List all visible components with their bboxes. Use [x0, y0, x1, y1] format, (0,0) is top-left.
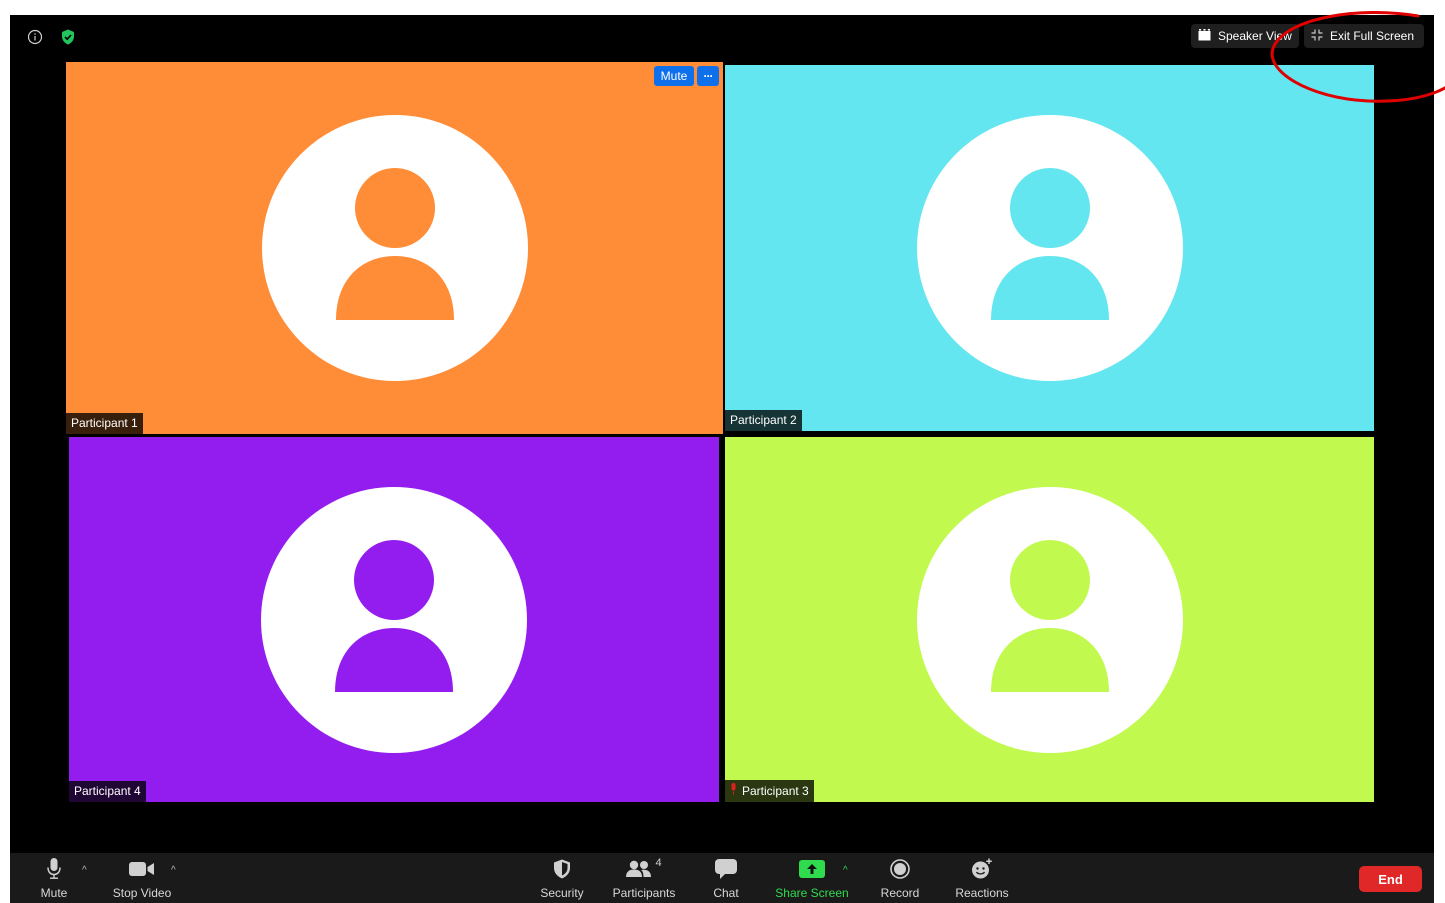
share-screen-label: Share Screen [775, 886, 849, 900]
participants-count: 4 [655, 857, 662, 869]
end-meeting-button[interactable]: End [1359, 866, 1422, 892]
encryption-shield-icon[interactable] [58, 27, 78, 47]
participant-name-tag: Participant 3 [725, 780, 814, 802]
share-screen-icon [799, 856, 825, 882]
audio-options-caret-icon[interactable]: ^ [82, 865, 87, 876]
record-label: Record [880, 886, 920, 900]
default-avatar-icon [916, 486, 1183, 753]
zoom-meeting-window: Speaker View Exit Full Screen Mute ··· P… [10, 15, 1434, 903]
chat-label: Chat [713, 886, 739, 900]
mute-button[interactable]: Mute [36, 853, 72, 903]
participant-name: Participant 1 [71, 416, 138, 430]
muted-mic-icon [730, 783, 737, 798]
participants-icon: 4 [626, 856, 662, 882]
default-avatar-icon [261, 486, 527, 753]
participant-name-tag: Participant 1 [66, 413, 143, 434]
info-icon[interactable] [25, 27, 45, 47]
security-button[interactable]: Security [535, 853, 589, 903]
stop-video-button[interactable]: Stop Video [110, 853, 174, 903]
security-shield-icon [553, 856, 571, 882]
share-options-caret-icon[interactable]: ^ [843, 865, 848, 876]
video-options-caret-icon[interactable]: ^ [171, 865, 176, 876]
microphone-icon [47, 856, 61, 882]
speaker-view-label: Speaker View [1218, 29, 1292, 43]
participant-tile-2[interactable]: Participant 2 [725, 65, 1374, 431]
more-options-button[interactable]: ··· [697, 66, 719, 86]
share-screen-button[interactable]: Share Screen [772, 853, 852, 903]
exit-full-screen-label: Exit Full Screen [1330, 29, 1415, 43]
speaker-view-icon [1198, 28, 1211, 44]
record-button[interactable]: Record [876, 853, 924, 903]
exit-full-screen-button[interactable]: Exit Full Screen [1304, 24, 1424, 48]
default-avatar-icon [916, 115, 1183, 381]
participant-name-tag: Participant 2 [725, 410, 802, 431]
reactions-smiley-icon [971, 856, 993, 882]
participant-tile-1[interactable]: Mute ··· Participant 1 [66, 62, 723, 434]
exit-full-screen-icon [1311, 29, 1323, 44]
record-icon [890, 856, 910, 882]
meeting-toolbar: Mute ^ Stop Video ^ Security 4 Participa… [10, 853, 1434, 903]
participant-tile-4[interactable]: Participant 4 [69, 437, 719, 802]
default-avatar-icon [261, 115, 528, 381]
tile-mute-button[interactable]: Mute [654, 66, 694, 86]
video-camera-icon [129, 856, 155, 882]
participants-label: Participants [612, 886, 676, 900]
speaker-view-button[interactable]: Speaker View [1191, 24, 1299, 48]
chat-bubble-icon [715, 856, 737, 882]
reactions-label: Reactions [955, 886, 1009, 900]
security-label: Security [540, 886, 584, 900]
reactions-button[interactable]: Reactions [952, 853, 1012, 903]
participant-tile-3[interactable]: Participant 3 [725, 437, 1374, 802]
participant-name-tag: Participant 4 [69, 781, 146, 802]
participant-name: Participant 3 [742, 783, 809, 798]
mute-label: Mute [40, 886, 68, 900]
chat-button[interactable]: Chat [710, 853, 742, 903]
participant-name: Participant 2 [730, 413, 797, 427]
participants-button[interactable]: 4 Participants [607, 853, 681, 903]
participant-name: Participant 4 [74, 784, 141, 798]
stop-video-label: Stop Video [112, 886, 172, 900]
